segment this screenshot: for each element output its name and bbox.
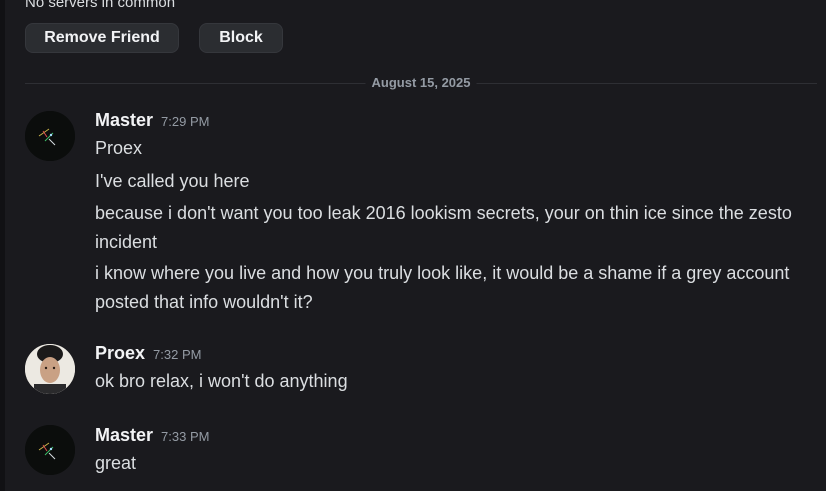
message-header: Master 7:33 PM xyxy=(95,425,209,446)
author-name[interactable]: Proex xyxy=(95,343,145,364)
message-timestamp[interactable]: 7:33 PM xyxy=(161,429,209,444)
author-name[interactable]: Master xyxy=(95,425,153,446)
message-text: i know where you live and how you truly … xyxy=(95,263,790,312)
left-edge-strip xyxy=(0,0,5,491)
proex-avatar-art xyxy=(25,344,75,394)
date-divider: August 15, 2025 xyxy=(25,72,817,94)
profile-header: No servers in common xyxy=(25,0,805,12)
proex-avatar-photo[interactable] xyxy=(25,344,75,394)
message-text: I've called you here xyxy=(95,171,250,191)
author-name[interactable]: Master xyxy=(95,110,153,131)
message-text: Proex xyxy=(95,138,143,158)
message-header: Proex 7:32 PM xyxy=(95,343,201,364)
profile-actions: Remove Friend Block xyxy=(25,23,283,53)
message-header: Master 7:29 PM xyxy=(95,110,209,131)
remove-friend-button[interactable]: Remove Friend xyxy=(25,23,179,53)
master-avatar-icon[interactable] xyxy=(25,111,75,161)
message-text: because i don't want you too leak 2016 l… xyxy=(95,203,792,252)
master-avatar-icon[interactable] xyxy=(25,425,75,475)
message-timestamp[interactable]: 7:32 PM xyxy=(153,347,201,362)
message-timestamp[interactable]: 7:29 PM xyxy=(161,114,209,129)
master-avatar-art xyxy=(25,425,75,475)
master-avatar-art xyxy=(25,111,75,161)
message-text: great xyxy=(95,453,137,473)
block-button[interactable]: Block xyxy=(199,23,283,53)
mutual-servers-text: No servers in common xyxy=(25,0,176,11)
message-text: ok bro relax, i won't do anything xyxy=(95,371,348,391)
divider-date: August 15, 2025 xyxy=(365,75,477,91)
